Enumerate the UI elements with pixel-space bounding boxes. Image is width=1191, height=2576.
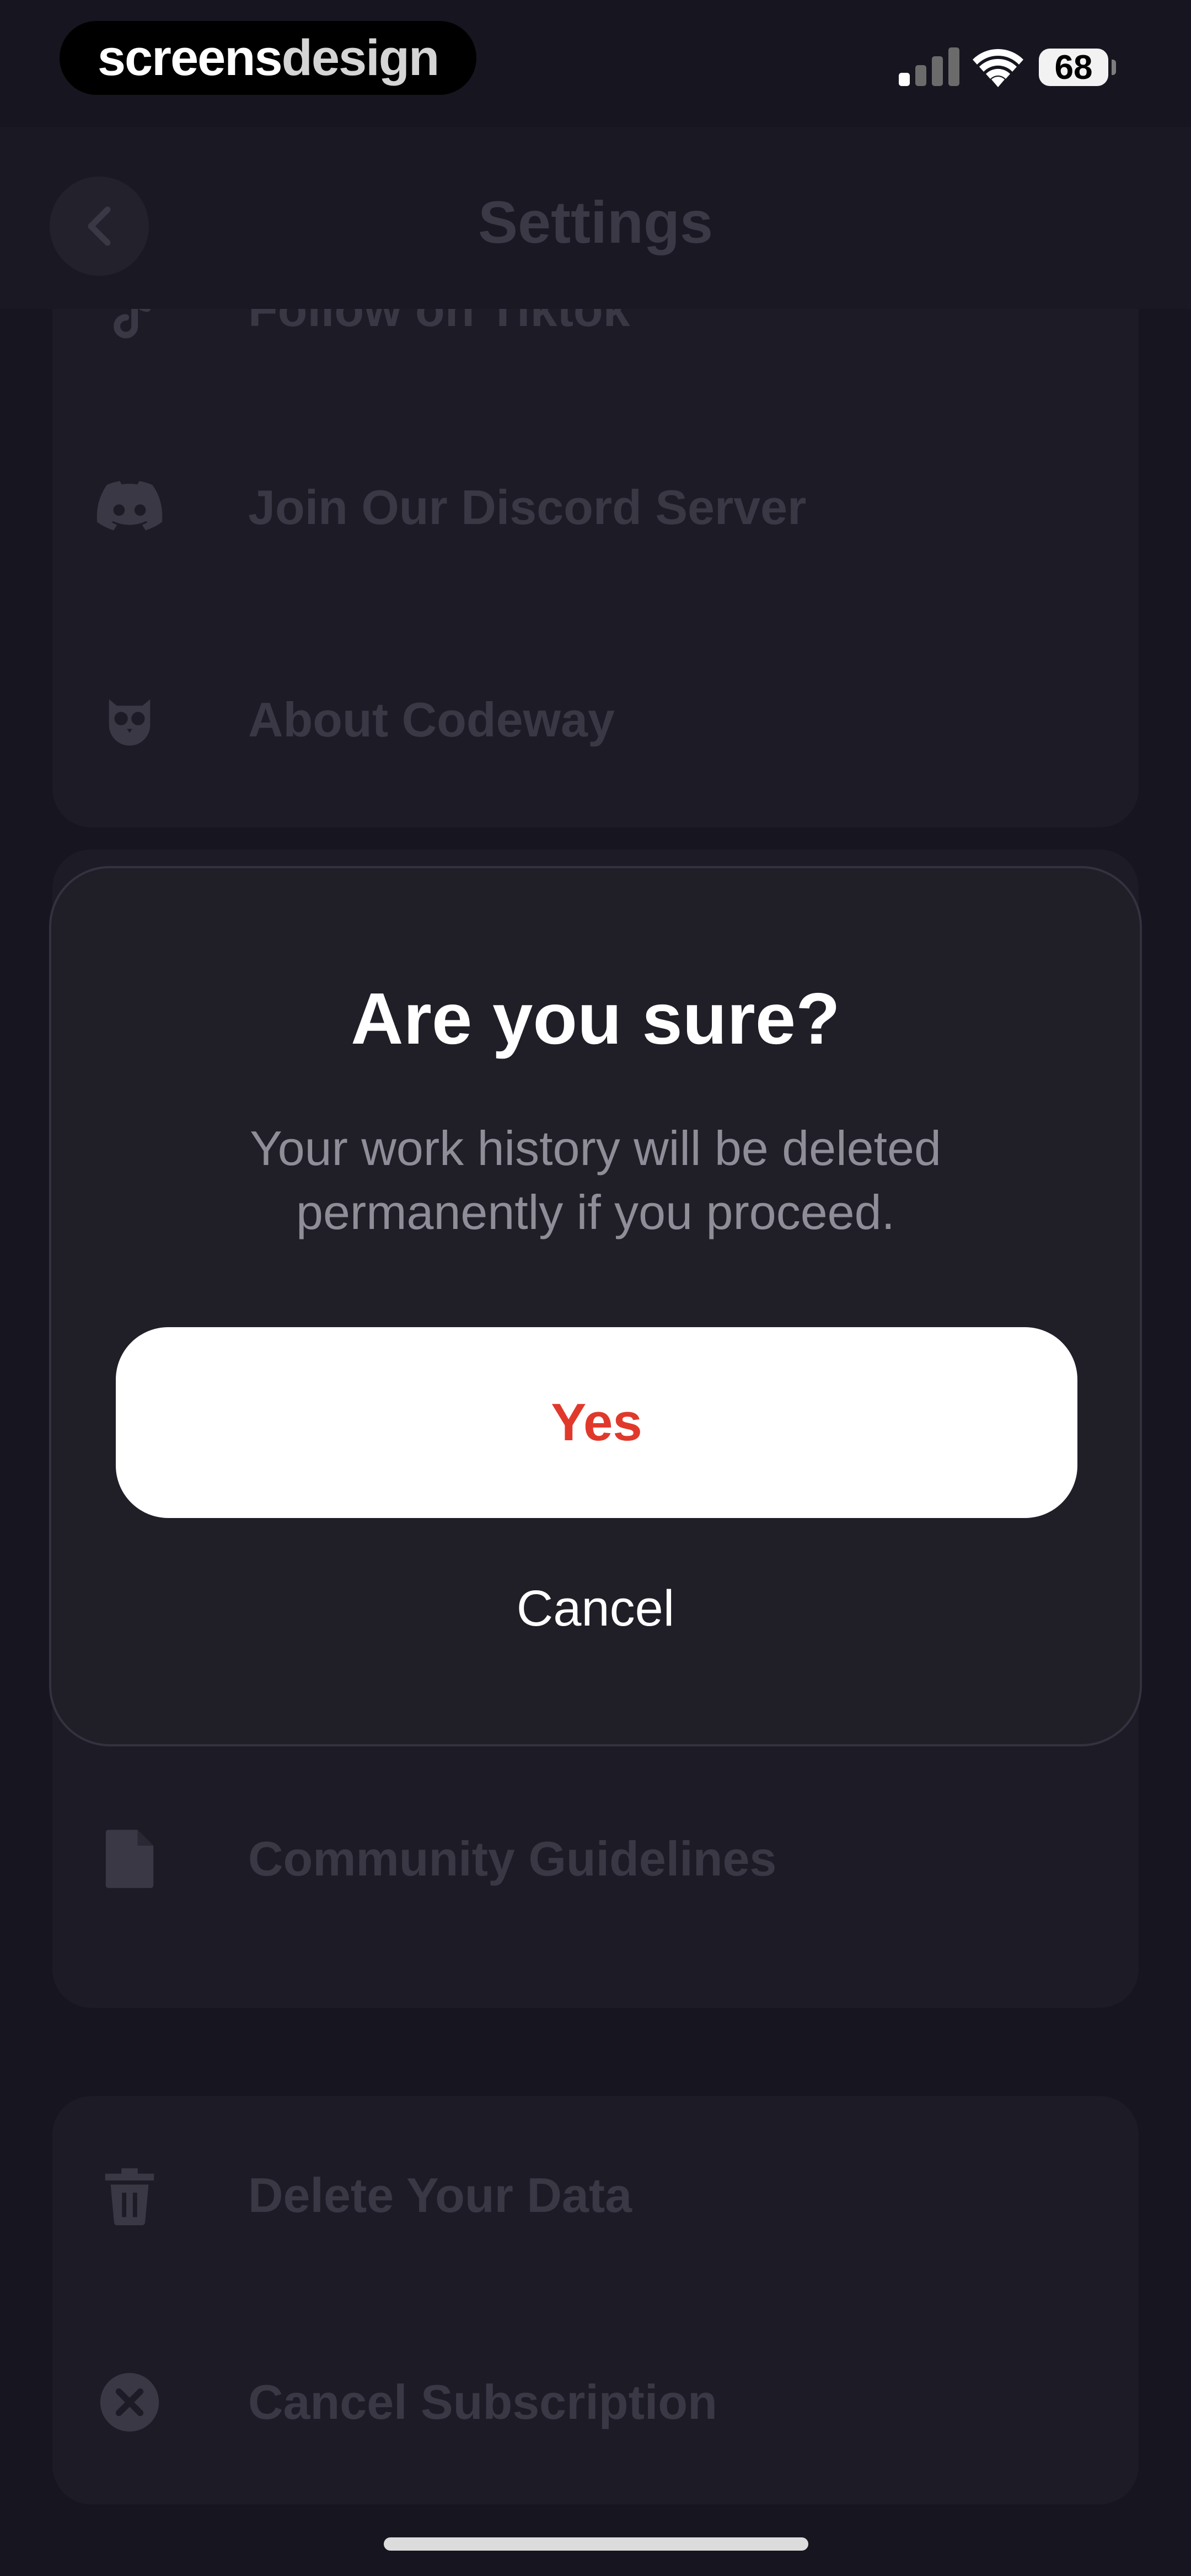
trash-icon bbox=[94, 2160, 165, 2231]
owl-icon bbox=[94, 684, 165, 756]
social-links-card: Follow on Tiktok Join Our Discord Server… bbox=[52, 243, 1139, 827]
cancel-button[interactable]: Cancel bbox=[51, 1580, 1140, 1638]
brand-text-secondary: design bbox=[281, 29, 439, 86]
settings-item-cancel-subscription[interactable]: Cancel Subscription bbox=[52, 2342, 1139, 2463]
page-title: Settings bbox=[478, 189, 713, 255]
settings-item-label: Cancel Subscription bbox=[248, 2375, 717, 2429]
settings-item-label: About Codeway bbox=[248, 692, 615, 747]
screen: Follow on Tiktok Join Our Discord Server… bbox=[0, 0, 1191, 2576]
cellular-signal-icon bbox=[899, 47, 959, 86]
battery-level: 68 bbox=[1054, 48, 1093, 87]
brand-logo: screens design bbox=[60, 21, 476, 95]
settings-item-about[interactable]: About Codeway bbox=[52, 618, 1139, 822]
confirm-yes-button[interactable]: Yes bbox=[116, 1327, 1077, 1518]
brand-text-primary: screens bbox=[97, 29, 283, 86]
settings-item-label: Delete Your Data bbox=[248, 2168, 632, 2222]
discord-icon bbox=[94, 472, 165, 543]
settings-item-label: Join Our Discord Server bbox=[248, 480, 807, 535]
dialog-message: Your work history will be deleted perman… bbox=[250, 1121, 941, 1240]
settings-item-delete-data[interactable]: Delete Your Data bbox=[52, 2135, 1139, 2256]
account-card: Delete Your Data Cancel Subscription bbox=[52, 2096, 1139, 2504]
wifi-icon bbox=[973, 49, 1023, 87]
document-icon bbox=[94, 1823, 165, 1895]
settings-item-discord[interactable]: Join Our Discord Server bbox=[52, 397, 1139, 618]
settings-item-community-guidelines[interactable]: Community Guidelines bbox=[52, 1804, 1139, 1914]
confirmation-dialog: Are you sure? Your work history will be … bbox=[49, 866, 1142, 1746]
battery-icon: 68 bbox=[1039, 48, 1108, 87]
battery-tip bbox=[1112, 60, 1116, 75]
dialog-title: Are you sure? bbox=[351, 978, 840, 1059]
status-bar: screens design 68 bbox=[0, 0, 1191, 127]
close-circle-icon bbox=[94, 2366, 165, 2438]
home-indicator[interactable] bbox=[384, 2537, 808, 2551]
settings-item-label: Community Guidelines bbox=[248, 1831, 777, 1886]
